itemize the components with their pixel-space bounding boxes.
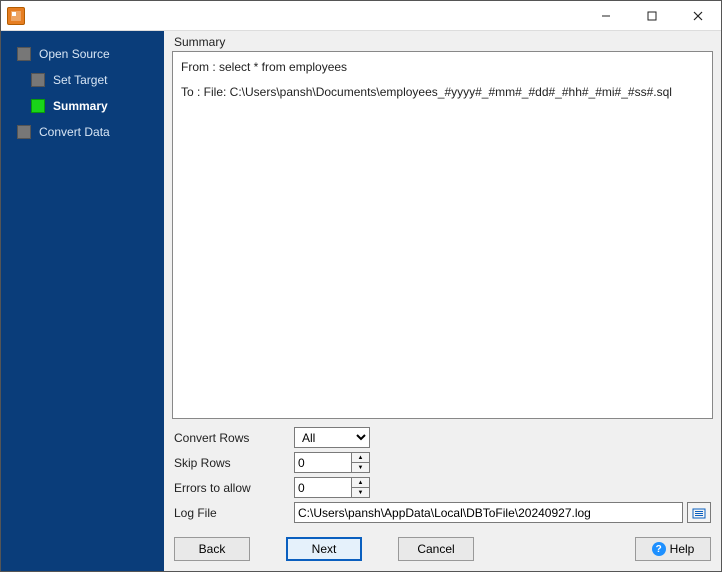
spinner-arrows[interactable]: ▲▼ bbox=[351, 478, 369, 497]
step-box-icon bbox=[17, 47, 31, 61]
skip-rows-spinner[interactable]: ▲▼ bbox=[294, 452, 370, 473]
wizard-window: Open Source Set Target Summary Convert D… bbox=[0, 0, 722, 572]
step-box-icon bbox=[31, 99, 45, 113]
back-button[interactable]: Back bbox=[174, 537, 250, 561]
step-label: Convert Data bbox=[39, 125, 110, 139]
close-button[interactable] bbox=[675, 1, 721, 31]
logfile-label: Log File bbox=[174, 506, 294, 520]
wizard-footer: Back Next Cancel ? Help bbox=[172, 529, 713, 563]
titlebar bbox=[1, 1, 721, 31]
wizard-sidebar: Open Source Set Target Summary Convert D… bbox=[1, 31, 164, 571]
convert-rows-label: Convert Rows bbox=[174, 431, 294, 445]
cancel-button[interactable]: Cancel bbox=[398, 537, 474, 561]
summary-from-line: From : select * from employees bbox=[181, 58, 704, 77]
step-label: Set Target bbox=[53, 73, 107, 87]
help-button[interactable]: ? Help bbox=[635, 537, 711, 561]
skip-rows-label: Skip Rows bbox=[174, 456, 294, 470]
app-icon bbox=[7, 7, 25, 25]
next-button[interactable]: Next bbox=[286, 537, 362, 561]
errors-spinner[interactable]: ▲▼ bbox=[294, 477, 370, 498]
summary-textbox[interactable]: From : select * from employees To : File… bbox=[172, 51, 713, 419]
step-summary[interactable]: Summary bbox=[1, 93, 164, 119]
minimize-button[interactable] bbox=[583, 1, 629, 31]
folder-icon bbox=[692, 506, 706, 520]
help-icon: ? bbox=[652, 542, 666, 556]
step-open-source[interactable]: Open Source bbox=[1, 41, 164, 67]
step-label: Open Source bbox=[39, 47, 110, 61]
section-title: Summary bbox=[172, 35, 713, 51]
summary-to-line: To : File: C:\Users\pansh\Documents\empl… bbox=[181, 83, 704, 102]
logfile-browse-button[interactable] bbox=[687, 502, 711, 523]
step-label: Summary bbox=[53, 99, 108, 113]
step-box-icon bbox=[17, 125, 31, 139]
spinner-arrows[interactable]: ▲▼ bbox=[351, 453, 369, 472]
options-panel: Convert Rows All Skip Rows ▲▼ Errors to … bbox=[172, 419, 713, 529]
errors-label: Errors to allow bbox=[174, 481, 294, 495]
errors-input[interactable] bbox=[295, 478, 351, 497]
step-set-target[interactable]: Set Target bbox=[1, 67, 164, 93]
logfile-input[interactable] bbox=[294, 502, 683, 523]
skip-rows-input[interactable] bbox=[295, 453, 351, 472]
main-panel: Summary From : select * from employees T… bbox=[164, 31, 721, 571]
convert-rows-select[interactable]: All bbox=[294, 427, 370, 448]
maximize-button[interactable] bbox=[629, 1, 675, 31]
step-convert-data[interactable]: Convert Data bbox=[1, 119, 164, 145]
step-box-icon bbox=[31, 73, 45, 87]
